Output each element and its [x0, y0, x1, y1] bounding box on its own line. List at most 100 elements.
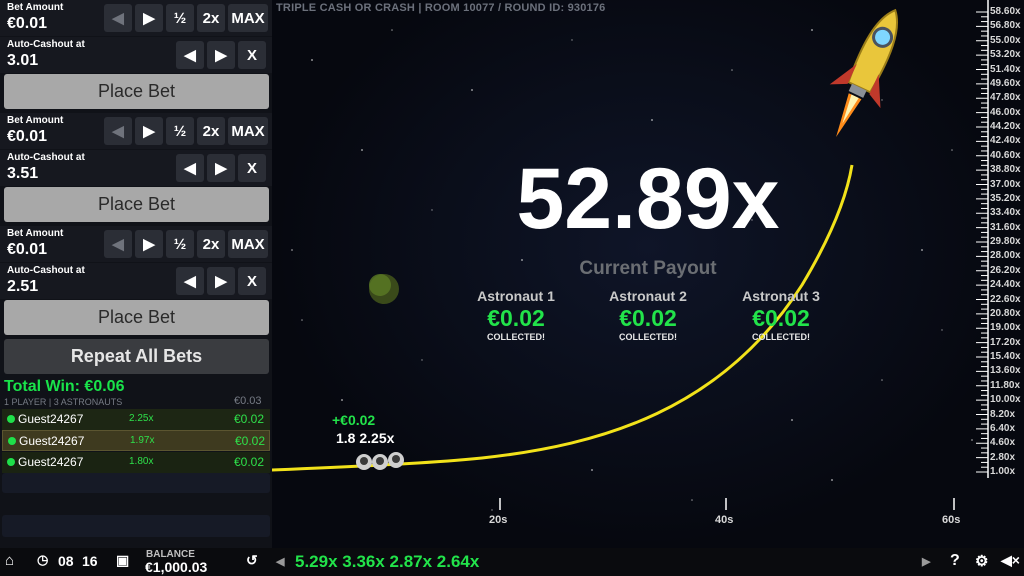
decrease-bet-button[interactable]: ◀ [104, 4, 132, 32]
auto-cashout-label: Auto-Cashout at [7, 265, 85, 276]
y-tick-label: 33.40x [990, 207, 1021, 219]
y-tick-label: 56.80x [990, 20, 1021, 32]
double-bet-button[interactable]: 2x [197, 117, 225, 145]
increase-cashout-button[interactable]: ▶ [207, 267, 235, 295]
bet-amount-value[interactable]: €0.01 [7, 241, 47, 259]
decrease-bet-button[interactable]: ◀ [104, 117, 132, 145]
max-bet-button[interactable]: MAX [228, 117, 268, 145]
y-tick-label: 28.00x [990, 250, 1021, 262]
decrease-cashout-button[interactable]: ◀ [176, 267, 204, 295]
y-tick-label: 1.00x [990, 466, 1016, 477]
clear-cashout-button[interactable]: X [238, 41, 266, 69]
player-mult: 2.25x [129, 413, 154, 424]
player-name: Guest24267 [18, 412, 84, 426]
chat-input[interactable] [2, 515, 270, 537]
y-tick-label: 53.20x [990, 49, 1021, 61]
bottom-bar: ⌂ ◷ 08 16 ▣ BALANCE €1,000.03 ↺ ◀ 5.29x … [0, 548, 1024, 576]
player-row: Guest24267 1.97x €0.02 [2, 430, 270, 451]
double-bet-button[interactable]: 2x [197, 4, 225, 32]
y-tick-label: 4.60x [990, 437, 1016, 449]
player-row: Guest24267 2.25x €0.02 [2, 409, 270, 430]
bet-amount-value[interactable]: €0.01 [7, 128, 47, 146]
players-total: €0.03 [234, 395, 262, 407]
balance-value: €1,000.03 [145, 559, 208, 575]
bet-amount-value[interactable]: €0.01 [7, 15, 47, 33]
repeat-all-bets-button[interactable]: Repeat All Bets [4, 339, 269, 374]
double-bet-button[interactable]: 2x [197, 230, 225, 258]
player-amount: €0.02 [235, 434, 266, 448]
game-area: TRIPLE CASH OR CRASH | ROOM 10077 / ROUN… [272, 0, 1024, 548]
auto-cashout-label: Auto-Cashout at [7, 152, 85, 163]
history-next-button[interactable]: ▶ [922, 555, 930, 568]
player-mult: 1.80x [129, 456, 154, 467]
online-dot [7, 458, 15, 466]
help-button[interactable]: ? [950, 552, 960, 570]
y-tick-label: 47.80x [990, 92, 1021, 104]
max-bet-button[interactable]: MAX [228, 4, 268, 32]
auto-cashout-label: Auto-Cashout at [7, 39, 85, 50]
sound-icon[interactable]: ◀︎× [1001, 552, 1020, 569]
y-tick-label: 10.00x [990, 394, 1021, 406]
max-bet-button[interactable]: MAX [228, 230, 268, 258]
clear-cashout-button[interactable]: X [238, 267, 266, 295]
auto-cashout-row-1: Auto-Cashout at 3.01 ◀ ▶ X [0, 37, 272, 73]
y-tick-label: 6.40x [990, 422, 1016, 434]
clock-hour: 08 [58, 553, 74, 569]
x-axis [499, 498, 955, 510]
online-dot [7, 415, 15, 423]
increase-bet-button[interactable]: ▶ [135, 117, 163, 145]
place-bet-button-1[interactable]: Place Bet [4, 74, 269, 109]
increase-bet-button[interactable]: ▶ [135, 4, 163, 32]
half-bet-button[interactable]: ½ [166, 117, 194, 145]
place-bet-button-2[interactable]: Place Bet [4, 187, 269, 222]
player-name: Guest24267 [18, 455, 84, 469]
y-tick-label: 46.00x [990, 106, 1021, 118]
increase-cashout-button[interactable]: ▶ [207, 41, 235, 69]
players-list-filler [2, 473, 270, 493]
y-tick-label: 20.80x [990, 307, 1021, 319]
y-tick-label: 22.60x [990, 293, 1021, 305]
decrease-cashout-button[interactable]: ◀ [176, 154, 204, 182]
place-bet-button-3[interactable]: Place Bet [4, 300, 269, 335]
x-tick: 40s [715, 514, 734, 526]
increase-cashout-button[interactable]: ▶ [207, 154, 235, 182]
player-mult: 1.97x [130, 435, 155, 446]
history-prev-button[interactable]: ◀ [276, 555, 284, 568]
decrease-cashout-button[interactable]: ◀ [176, 41, 204, 69]
auto-cashout-value[interactable]: 2.51 [7, 278, 38, 296]
bet-amount-row-2: Bet Amount €0.01 ◀ ▶ ½ 2x MAX [0, 113, 272, 149]
clear-cashout-button[interactable]: X [238, 154, 266, 182]
home-icon[interactable]: ⌂ [5, 552, 14, 569]
y-tick-label: 17.20x [990, 336, 1021, 348]
wallet-icon: ▣ [116, 552, 130, 568]
clock-icon: ◷ [37, 552, 49, 567]
bet-amount-label: Bet Amount [7, 115, 64, 126]
player-row: Guest24267 1.80x €0.02 [2, 452, 270, 473]
bet-amount-label: Bet Amount [7, 228, 64, 239]
clock-minute: 16 [82, 553, 98, 569]
player-amount: €0.02 [234, 455, 265, 469]
gear-icon[interactable]: ⚙ [975, 552, 988, 570]
players-info: 1 PLAYER | 3 ASTRONAUTS [4, 397, 123, 407]
y-tick-label: 58.60x [990, 6, 1021, 17]
auto-cashout-row-2: Auto-Cashout at 3.51 ◀ ▶ X [0, 150, 272, 186]
bet-amount-row-3: Bet Amount €0.01 ◀ ▶ ½ 2x MAX [0, 226, 272, 262]
auto-cashout-value[interactable]: 3.01 [7, 52, 38, 70]
y-tick-label: 29.80x [990, 236, 1021, 247]
decrease-bet-button[interactable]: ◀ [104, 230, 132, 258]
online-dot [8, 437, 16, 445]
y-tick-label: 19.00x [990, 322, 1021, 334]
y-tick-label: 38.80x [990, 164, 1021, 176]
y-tick-label: 8.20x [990, 408, 1016, 420]
player-amount: €0.02 [234, 412, 265, 426]
half-bet-button[interactable]: ½ [166, 4, 194, 32]
y-tick-label: 31.60x [990, 221, 1021, 233]
half-bet-button[interactable]: ½ [166, 230, 194, 258]
history-icon[interactable]: ↺ [246, 552, 258, 569]
y-tick-label: 26.20x [990, 264, 1021, 276]
auto-cashout-value[interactable]: 3.51 [7, 165, 38, 183]
increase-bet-button[interactable]: ▶ [135, 230, 163, 258]
x-tick: 20s [489, 514, 508, 526]
y-tick-label: 24.40x [990, 279, 1021, 291]
y-tick-label: 42.40x [990, 135, 1021, 147]
